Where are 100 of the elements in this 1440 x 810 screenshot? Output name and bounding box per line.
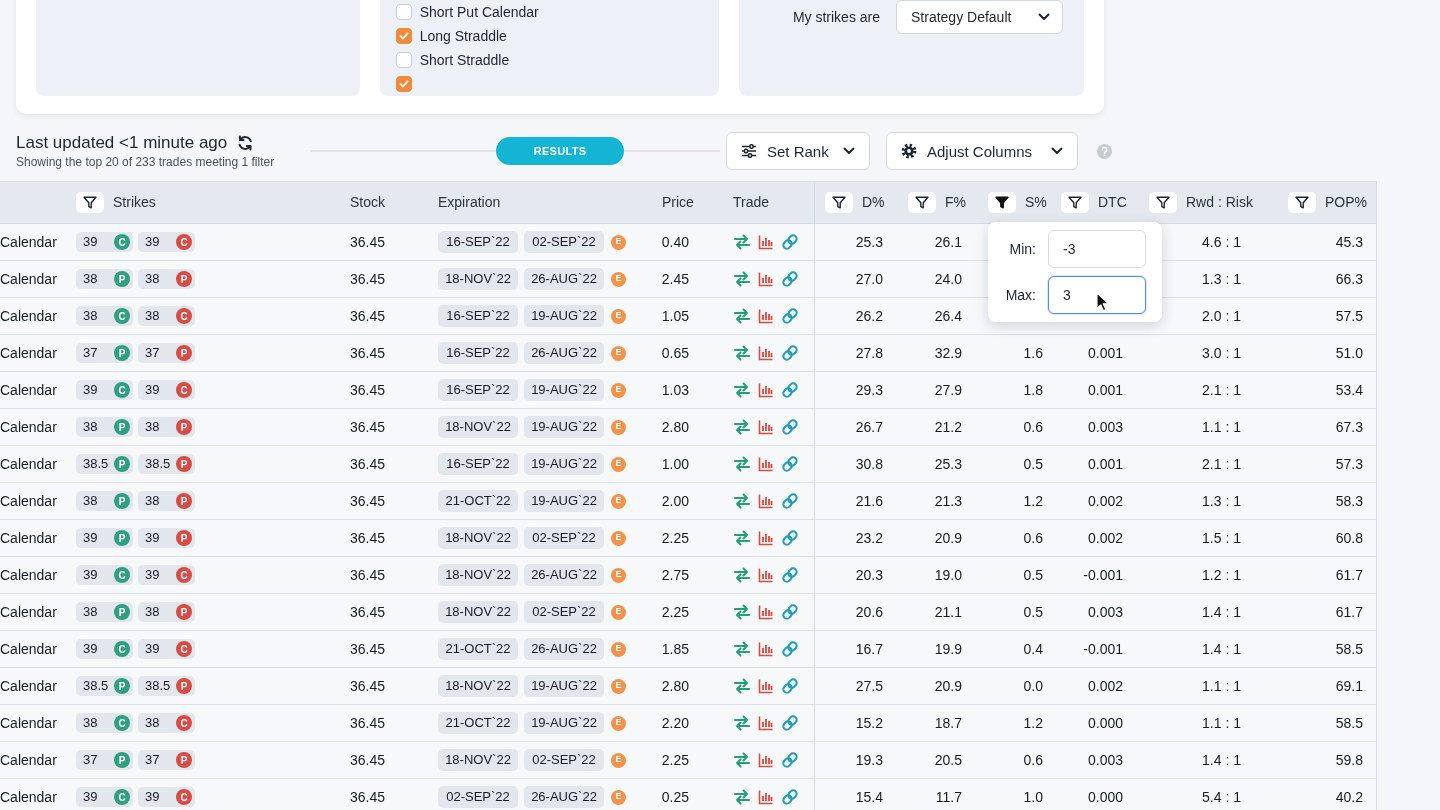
- link-icon[interactable]: [781, 344, 799, 362]
- swap-arrows-icon[interactable]: [733, 715, 751, 731]
- bar-chart-icon[interactable]: [758, 678, 774, 694]
- link-icon[interactable]: [781, 492, 799, 510]
- swap-arrows-icon[interactable]: [733, 382, 751, 398]
- link-icon[interactable]: [781, 455, 799, 473]
- bar-chart-icon[interactable]: [758, 493, 774, 509]
- pop-percent-value: 58.3: [1335, 491, 1363, 511]
- pop-percent-value: 69.1: [1335, 676, 1363, 696]
- swap-arrows-icon[interactable]: [733, 456, 751, 472]
- strategy-label[interactable]: Short Put Calendar: [419, 1, 539, 23]
- checkbox[interactable]: [395, 28, 412, 44]
- max-value-field[interactable]: 3: [1048, 276, 1146, 314]
- filter-button[interactable]: [76, 192, 104, 213]
- bar-chart-icon[interactable]: [758, 271, 774, 287]
- link-icon[interactable]: [781, 788, 799, 806]
- swap-arrows-icon[interactable]: [733, 678, 751, 694]
- expiration-date: 18-NOV`22: [438, 527, 518, 549]
- bar-chart-icon[interactable]: [758, 308, 774, 324]
- swap-arrows-icon[interactable]: [733, 789, 751, 805]
- trade-price: 2.25: [661, 528, 689, 548]
- reward-risk-ratio: 1.3 : 1: [1202, 491, 1241, 511]
- set-rank-button[interactable]: Set Rank: [726, 132, 870, 170]
- bar-chart-icon[interactable]: [758, 419, 774, 435]
- swap-arrows-icon[interactable]: [733, 641, 751, 657]
- column-header: Price: [662, 193, 694, 212]
- bar-chart-icon[interactable]: [758, 530, 774, 546]
- link-icon[interactable]: [781, 307, 799, 325]
- sliders-icon: [741, 144, 757, 158]
- link-icon[interactable]: [781, 418, 799, 436]
- swap-arrows-icon[interactable]: [733, 530, 751, 546]
- link-icon[interactable]: [781, 714, 799, 732]
- bar-chart-icon[interactable]: [758, 641, 774, 657]
- swap-arrows-icon[interactable]: [733, 604, 751, 620]
- filter-button[interactable]: [825, 192, 853, 213]
- strike-value: 39: [145, 566, 160, 585]
- expiration-date: 02-SEP`22: [524, 749, 604, 771]
- f-percent-value: 19.9: [934, 639, 962, 659]
- filter-button[interactable]: [1288, 192, 1316, 213]
- swap-arrows-icon[interactable]: [733, 752, 751, 768]
- adjust-columns-button[interactable]: Adjust Columns: [886, 132, 1078, 170]
- results-summary: Showing the top 20 of 233 trades meeting 1 filter: [16, 155, 276, 170]
- column-header: Stock: [350, 193, 385, 212]
- bar-chart-icon[interactable]: [758, 234, 774, 250]
- refresh-icon[interactable]: [237, 135, 255, 151]
- help-icon[interactable]: [1097, 143, 1112, 159]
- bar-chart-icon[interactable]: [758, 345, 774, 361]
- swap-arrows-icon[interactable]: [733, 493, 751, 509]
- strategy-label[interactable]: Long Straddle: [419, 25, 507, 47]
- checkbox[interactable]: [395, 4, 412, 20]
- swap-arrows-icon[interactable]: [733, 308, 751, 324]
- expiration-date: 19-AUG`22: [524, 379, 604, 401]
- link-icon[interactable]: [781, 233, 799, 251]
- strike-value: 39: [83, 788, 98, 807]
- option-type-marker: C: [176, 308, 192, 324]
- strike-value: 38: [145, 270, 160, 289]
- filter-button[interactable]: [1149, 192, 1177, 213]
- swap-arrows-icon[interactable]: [733, 345, 751, 361]
- option-type-marker: C: [114, 641, 130, 657]
- link-icon[interactable]: [781, 529, 799, 547]
- link-icon[interactable]: [781, 677, 799, 695]
- column-header: Strikes: [113, 193, 156, 212]
- link-icon[interactable]: [781, 381, 799, 399]
- bar-chart-icon[interactable]: [758, 567, 774, 583]
- strategy-name: Calendar: [0, 380, 57, 400]
- checkbox[interactable]: [395, 76, 412, 92]
- min-value-field[interactable]: -3: [1048, 230, 1146, 268]
- bar-chart-icon[interactable]: [758, 382, 774, 398]
- link-icon[interactable]: [781, 270, 799, 288]
- f-percent-value: 20.9: [934, 676, 962, 696]
- option-type-marker: C: [176, 641, 192, 657]
- bar-chart-icon[interactable]: [758, 789, 774, 805]
- strategy-name: Calendar: [0, 676, 57, 696]
- swap-arrows-icon[interactable]: [733, 419, 751, 435]
- link-icon[interactable]: [781, 640, 799, 658]
- strategy-label[interactable]: Short Straddle: [419, 49, 510, 71]
- option-type-marker: P: [114, 345, 130, 361]
- bar-chart-icon[interactable]: [758, 604, 774, 620]
- reward-risk-ratio: 1.4 : 1: [1202, 750, 1241, 770]
- bar-chart-icon[interactable]: [758, 456, 774, 472]
- pop-percent-value: 58.5: [1335, 713, 1363, 733]
- earnings-marker: E: [611, 419, 626, 435]
- swap-arrows-icon[interactable]: [733, 271, 751, 287]
- bar-chart-icon[interactable]: [758, 715, 774, 731]
- filter-button[interactable]: [1061, 192, 1089, 213]
- link-icon[interactable]: [781, 566, 799, 584]
- option-type-marker: P: [114, 752, 130, 768]
- swap-arrows-icon[interactable]: [733, 234, 751, 250]
- strike-value: 39: [145, 381, 160, 400]
- trade-price: 2.25: [661, 750, 689, 770]
- checkbox[interactable]: [395, 52, 412, 68]
- d-percent-value: 29.3: [855, 380, 883, 400]
- filter-button[interactable]: [908, 192, 936, 213]
- strikes-select[interactable]: Strategy Default: [896, 0, 1063, 34]
- link-icon[interactable]: [781, 603, 799, 621]
- link-icon[interactable]: [781, 751, 799, 769]
- pop-percent-value: 61.7: [1335, 602, 1363, 622]
- bar-chart-icon[interactable]: [758, 752, 774, 768]
- swap-arrows-icon[interactable]: [733, 567, 751, 583]
- filter-button[interactable]: [988, 192, 1016, 213]
